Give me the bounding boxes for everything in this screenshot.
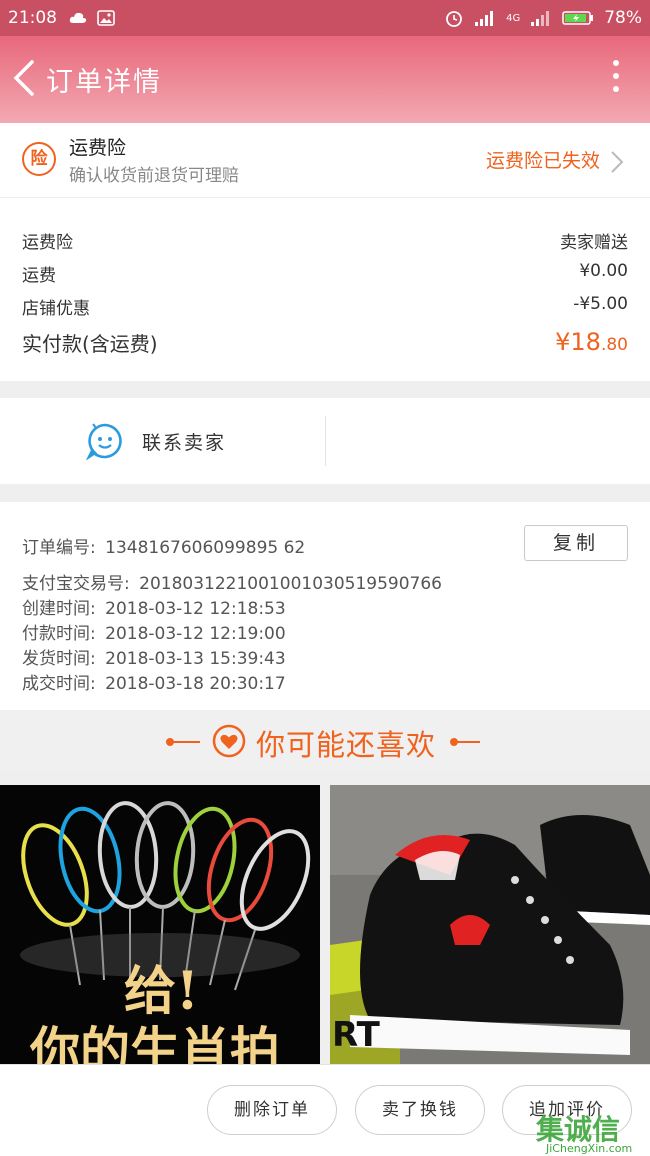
battery-percent: 78% [604, 8, 642, 28]
order-number-row: 订单编号: 1348167606099895 62 [22, 533, 305, 558]
contact-seller-button[interactable]: 联系卖家 [142, 428, 226, 455]
chevron-right-icon [611, 151, 624, 173]
insurance-subtitle: 确认收货前退货可理赔 [69, 166, 239, 186]
info-value: 2018031221001001030519590766 [139, 574, 442, 594]
insurance-status: 运费险已失效 [485, 150, 600, 172]
fee-row-insurance: 运费险 卖家赠送 [22, 228, 628, 253]
watermark-url: JiChengXin.com [546, 1142, 633, 1155]
fee-value: 卖家赠送 [560, 233, 628, 253]
fee-label: 运费 [22, 266, 56, 286]
info-label: 发货时间: [22, 649, 96, 669]
status-time: 21:08 [8, 8, 57, 28]
product-image-text: 你的生肖拍 [30, 1021, 280, 1064]
info-label: 支付宝交易号: [22, 574, 130, 594]
recommend-header: 你可能还喜欢 [0, 711, 650, 771]
info-value: 2018-03-12 12:18:53 [105, 599, 286, 619]
alarm-icon [446, 11, 462, 27]
back-chevron-icon[interactable] [10, 58, 40, 98]
info-label: 创建时间: [22, 599, 96, 619]
fee-label: 运费险 [22, 233, 73, 253]
total-currency: ¥ [555, 328, 571, 356]
chat-face-icon[interactable] [86, 422, 124, 460]
insurance-badge-icon: 险 [22, 142, 56, 176]
order-info: 订单编号: 1348167606099895 62 复制 支付宝交易号: 201… [0, 502, 650, 710]
decor-dot [450, 738, 458, 746]
order-number-value: 1348167606099895 62 [105, 538, 306, 558]
cloud-icon [69, 12, 87, 23]
divider [325, 416, 326, 466]
product-image-text: RT [332, 1015, 380, 1055]
info-row: 支付宝交易号: 2018031221001001030519590766 [22, 569, 442, 594]
recommend-title: 你可能还喜欢 [256, 728, 437, 762]
decor-line [170, 741, 200, 743]
insurance-title: 运费险 [69, 137, 127, 159]
header-bar: 订单详情 [0, 36, 650, 123]
site-watermark: 集诚信 JiChengXin.com [530, 1098, 650, 1155]
fee-row-discount: 店铺优惠 -¥5.00 [22, 294, 628, 319]
battery-icon [562, 11, 594, 25]
total-value: ¥18.80 [555, 328, 628, 356]
info-value: 2018-03-18 20:30:17 [105, 674, 286, 694]
more-vertical-icon[interactable] [612, 60, 620, 100]
signal-icon [475, 11, 494, 26]
fee-row-total: 实付款(含运费) ¥18.80 [22, 328, 628, 357]
info-label: 付款时间: [22, 624, 96, 644]
total-decimal: .80 [600, 335, 628, 355]
heart-icon [212, 724, 246, 758]
page-title: 订单详情 [46, 67, 162, 98]
info-row: 付款时间: 2018-03-12 12:19:00 [22, 619, 286, 644]
fee-value: ¥0.00 [579, 261, 628, 281]
info-row: 创建时间: 2018-03-12 12:18:53 [22, 594, 286, 619]
info-value: 2018-03-13 15:39:43 [105, 649, 286, 669]
info-label: 成交时间: [22, 674, 96, 694]
fee-summary: 运费险 卖家赠送 运费 ¥0.00 店铺优惠 -¥5.00 实付款(含运费) ¥… [0, 198, 650, 381]
image-icon [97, 10, 115, 26]
info-value: 2018-03-12 12:19:00 [105, 624, 286, 644]
fee-label: 店铺优惠 [22, 299, 90, 319]
resell-button[interactable]: 卖了换钱 [355, 1085, 485, 1135]
product-card-rackets[interactable]: 给! 你的生肖拍 [0, 785, 320, 1064]
info-row: 成交时间: 2018-03-18 20:30:17 [22, 669, 286, 694]
copy-button[interactable]: 复制 [524, 525, 628, 561]
product-card-sneakers[interactable]: RT [330, 785, 650, 1064]
fee-value: -¥5.00 [573, 294, 628, 314]
network-type: 4G [506, 12, 521, 24]
fee-row-shipping: 运费 ¥0.00 [22, 261, 628, 286]
info-row: 发货时间: 2018-03-13 15:39:43 [22, 644, 286, 669]
total-label: 实付款(含运费) [22, 332, 158, 356]
contact-seller-row: 联系卖家 [0, 398, 650, 484]
signal-icon-2 [531, 11, 550, 26]
freight-insurance-row[interactable]: 险 运费险 确认收货前退货可理赔 运费险已失效 [0, 123, 650, 198]
status-bar: 21:08 4G 78% [0, 0, 650, 36]
delete-order-button[interactable]: 删除订单 [207, 1085, 337, 1135]
total-integer: 18 [570, 328, 601, 356]
order-number-label: 订单编号: [22, 538, 96, 558]
